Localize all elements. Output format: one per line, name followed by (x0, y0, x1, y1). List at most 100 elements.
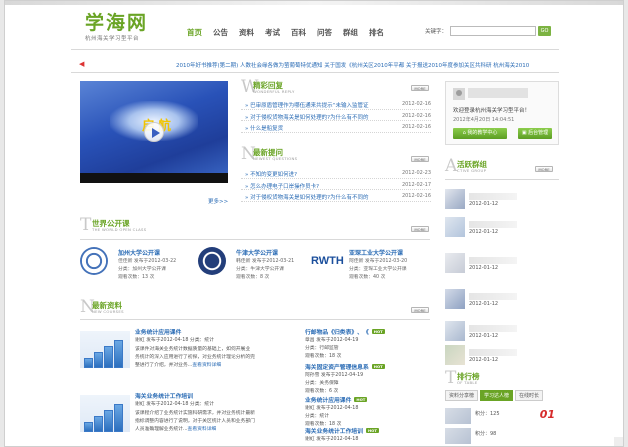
logo-subtitle: 杭州海关学习型平台 (85, 36, 140, 42)
rank-number: 01 (539, 408, 555, 421)
go-button[interactable]: GO (538, 26, 552, 36)
reply-list: » 巴审原盾管理作为哪伍通来共提示“未输入监管证 2012-02-16 » 对于侵… (241, 98, 431, 134)
resources-subtitle: NEW COURSES (92, 309, 124, 314)
groups-subtitle: CTIVE GROUP (457, 168, 487, 173)
group-item[interactable]: 2012-01-12 (445, 289, 559, 313)
logo-title: 学海网 (85, 12, 149, 34)
tab-resource-share[interactable]: 资料分享榜 (445, 390, 479, 401)
open-class-subtitle: THE WORLD OPEN CLASS (92, 227, 147, 232)
resource-meta: 章昌 发布于2012-04-19 (305, 338, 359, 343)
class-item[interactable]: 牛津大学公开课 韩佳新 发布于2012-03-21 分类：牛津大学公开课 观看次… (198, 247, 316, 285)
nav-groups[interactable]: 群组 (343, 27, 369, 38)
group-item[interactable]: 2012-01-12 (445, 217, 559, 241)
tab-online-time[interactable]: 在线时长 (515, 390, 544, 401)
list-item[interactable]: » 巴审原盾管理作为哪伍通来共提示“未输入监管证 2012-02-16 (241, 98, 431, 110)
group-name-blurred (469, 293, 517, 300)
resource-detail-link[interactable]: 查看资料详细 (188, 427, 217, 432)
rank-avatar (445, 408, 471, 424)
avatar (453, 88, 465, 100)
groups-divider (445, 179, 559, 180)
video-more-link[interactable]: 更多>> (208, 197, 228, 205)
search-box: 关键字： GO (425, 26, 552, 36)
list-item[interactable]: » 怎么办理电子口岸操作员卡? 2012-02-17 (241, 179, 431, 191)
resource-item[interactable]: 业务统计应用课件 HOT 谢虹 发布于2012-04-18 分类：统计 观看次数：… (305, 395, 433, 427)
class-views: 观看次数：13 次 (118, 275, 155, 280)
group-item[interactable]: 2012-01-12 (445, 189, 559, 213)
video-control-bar[interactable] (80, 173, 228, 183)
resource-title[interactable]: 业务统计应用课件 (135, 327, 181, 336)
learning-center-button[interactable]: ⌂ 我的教学中心 (453, 128, 507, 139)
list-item[interactable]: » 对于侵权货物海关是如何处理的?为什么有不同的 2012-02-16 (241, 110, 431, 122)
nav-home[interactable]: 首页 (187, 27, 213, 38)
group-date: 2012-01-12 (469, 333, 499, 339)
rank-row[interactable]: 积分：125 01 (445, 408, 559, 424)
group-avatar (445, 189, 465, 209)
play-icon[interactable] (144, 122, 164, 142)
class-name[interactable]: 加州大学公开课 (118, 248, 160, 257)
ticker-text[interactable]: 2010年好书推荐(第二期) 人数社会缘各做为萤葡萄特优通知 关于国发《杭州关区… (176, 61, 529, 69)
rank-row[interactable]: 积分：98 (445, 428, 559, 444)
rank-avatar (445, 428, 471, 444)
scroll-corner (614, 437, 623, 446)
question-more-button[interactable]: MORE (411, 156, 429, 162)
class-meta: 佳佳新 发布于2012-03-22 (118, 259, 177, 264)
hot-badge: HOT (371, 329, 385, 334)
nav-resources[interactable]: 资料 (239, 27, 265, 38)
list-item[interactable]: » 不知的变更如何进? 2012-02-23 (241, 167, 431, 179)
nav-notice[interactable]: 公告 (213, 27, 239, 38)
resource-detail-link[interactable]: 查看资料详细 (192, 363, 221, 368)
group-date: 2012-01-12 (469, 357, 499, 363)
reply-more-button[interactable]: MORE (411, 85, 429, 91)
ranking-initial-icon: T (445, 368, 457, 388)
class-meta: 阿佳新 发布于2012-03-20 (349, 259, 408, 264)
resource-desc: 务统计的深入应用进行了初探，对业务统计理论分析的完 (135, 355, 255, 360)
resource-item[interactable]: 行邮物品《归类表》、《 HOT 章昌 发布于2012-04-19 分类：行邮监管 … (305, 327, 433, 359)
group-avatar (445, 253, 465, 273)
class-name[interactable]: 牛津大学公开课 (236, 248, 278, 257)
group-item[interactable]: 2012-01-12 (445, 345, 559, 369)
admin-button[interactable]: ▣ 后台管理 (518, 128, 552, 139)
rwth-logo-icon: RWTH (311, 247, 347, 275)
site-logo[interactable]: 学海网 杭州海关学习型平台 (85, 13, 148, 42)
resource-desc: 该课件对海关业务统计数据质量的基础上，如何开展业 (135, 347, 251, 352)
hot-badge: HOT (371, 364, 385, 369)
nav-qa[interactable]: 问答 (317, 27, 343, 38)
nav-ranking[interactable]: 排名 (369, 27, 395, 38)
resources-divider (80, 319, 430, 320)
resource-views: 观看次数：6 次 (305, 389, 339, 394)
resource-meta: 谢虹 发布于2012-04-18 分类：统计 (135, 338, 214, 343)
resource-item[interactable]: 海关业务统计工作培训 HOT 谢虹 发布于2012-04-18 (305, 426, 433, 446)
class-name[interactable]: 亚琛工业大学公开课 (349, 248, 403, 257)
resource-meta: 谢虹 发布于2012-04-18 分类：统计 (135, 402, 214, 407)
nav-wiki[interactable]: 百科 (291, 27, 317, 38)
open-class-more-button[interactable]: MORE (411, 226, 429, 232)
video-player[interactable]: 启航 (80, 81, 228, 183)
class-category: 分类：牛津大学公开课 (236, 267, 284, 272)
nav-exam[interactable]: 考试 (265, 27, 291, 38)
tab-learning-stars[interactable]: 学习达人榜 (480, 390, 514, 401)
group-avatar (445, 321, 465, 341)
list-item[interactable]: » 什么是船复货 2012-02-16 (241, 121, 431, 134)
keyword-input[interactable] (450, 26, 537, 36)
resources-more-button[interactable]: MORE (411, 307, 429, 313)
class-views: 观看次数：40 次 (349, 275, 386, 280)
groups-more-button[interactable]: MORE (535, 166, 553, 172)
resource-desc: 指标调整内容进行了说明，对于关区统计人员和业务部门 (135, 419, 255, 424)
resource-desc: 人员准确理解业务统计... (135, 427, 188, 432)
rwth-logo-text: RWTH (311, 255, 344, 267)
resource-item[interactable]: 海关固定资产管理信息系 HOT 阿孙雪 发布于2012-04-19 分类：关务保障… (305, 362, 433, 394)
resource-title[interactable]: 海关业务统计工作培训 (135, 391, 193, 400)
class-item[interactable]: 加州大学公开课 佳佳新 发布于2012-03-22 分类：加州大学公开课 观看次… (80, 247, 198, 285)
group-avatar (445, 217, 465, 237)
resource-desc: 该课程介绍了业务统计实施科研需求，并对业务统计最新 (135, 411, 255, 416)
resource-item[interactable]: 海关业务统计工作培训 谢虹 发布于2012-04-18 分类：统计 该课程介绍了… (80, 391, 290, 439)
welcome-text: 欢迎登录杭州海关学习型平台！ (453, 108, 531, 114)
resource-item[interactable]: 业务统计应用课件 谢虹 发布于2012-04-18 分类：统计 该课件对海关业务… (80, 327, 290, 375)
resource-views: 观看次数：18 次 (305, 354, 342, 359)
group-item[interactable]: 2012-01-12 (445, 253, 559, 277)
group-item[interactable]: 2012-01-12 (445, 321, 559, 345)
oxford-crest-icon (198, 247, 226, 275)
class-item[interactable]: RWTH 亚琛工业大学公开课 阿佳新 发布于2012-03-20 分类：亚琛工业… (311, 247, 429, 285)
list-item[interactable]: » 对于侵权货物海关是如何处理的?为什么有不同的 2012-02-16 (241, 190, 431, 203)
group-name-blurred (469, 257, 517, 264)
